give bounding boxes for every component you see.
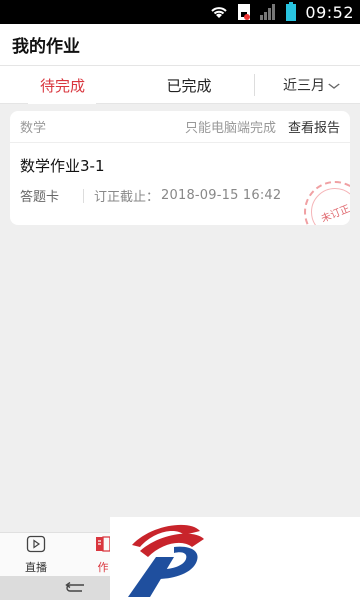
- deadline-label: 订正截止：: [94, 190, 160, 205]
- nav-item-live[interactable]: 直播: [11, 533, 61, 577]
- tab-bar: 待完成 已完成 近三月: [0, 66, 360, 104]
- wifi-icon: [209, 4, 229, 20]
- status-time: 09:52: [305, 2, 354, 22]
- status-bar: 09:52: [0, 0, 360, 24]
- stamp-text: 未订正: [319, 203, 350, 225]
- divider: [83, 188, 85, 203]
- play-icon: [26, 535, 46, 557]
- time-range-select[interactable]: 近三月: [262, 66, 360, 104]
- tab-pending[interactable]: 待完成: [0, 66, 125, 104]
- card-header: 数学 只能电脑端完成 查看报告: [10, 111, 350, 143]
- answer-card-link[interactable]: 答题卡: [20, 186, 59, 205]
- stamp-ring: 未订正: [311, 188, 350, 225]
- back-button[interactable]: [60, 578, 90, 598]
- app-header: 我的作业: [0, 24, 360, 66]
- tab-done[interactable]: 已完成: [125, 66, 253, 104]
- pc-only-note: 只能电脑端完成: [184, 121, 276, 136]
- nav-label-homework: 作: [97, 561, 109, 574]
- chevron-down-icon: [328, 79, 341, 92]
- subject-label: 数学: [20, 121, 47, 136]
- back-arrow-icon: [64, 579, 86, 598]
- logo-icon: [128, 524, 204, 597]
- sim-icon: [237, 3, 251, 21]
- time-range-label: 近三月: [283, 78, 325, 94]
- deadline-value: 2018-09-15 16:42: [161, 188, 282, 203]
- watermark-logo: [110, 517, 360, 600]
- homework-title: 数学作业3-1: [20, 157, 105, 175]
- view-report-link[interactable]: 查看报告: [288, 117, 340, 136]
- nav-label-live: 直播: [25, 561, 47, 574]
- tab-divider: [254, 74, 255, 96]
- card-footer: 答题卡 订正截止： 2018-09-15 16:42: [20, 186, 281, 205]
- page-title: 我的作业: [12, 37, 80, 57]
- status-stamp: 未订正: [304, 181, 350, 225]
- signal-icon: [259, 3, 277, 21]
- battery-icon: [285, 2, 297, 22]
- homework-card[interactable]: 数学 只能电脑端完成 查看报告 数学作业3-1 答题卡 订正截止： 2018-0…: [10, 111, 350, 225]
